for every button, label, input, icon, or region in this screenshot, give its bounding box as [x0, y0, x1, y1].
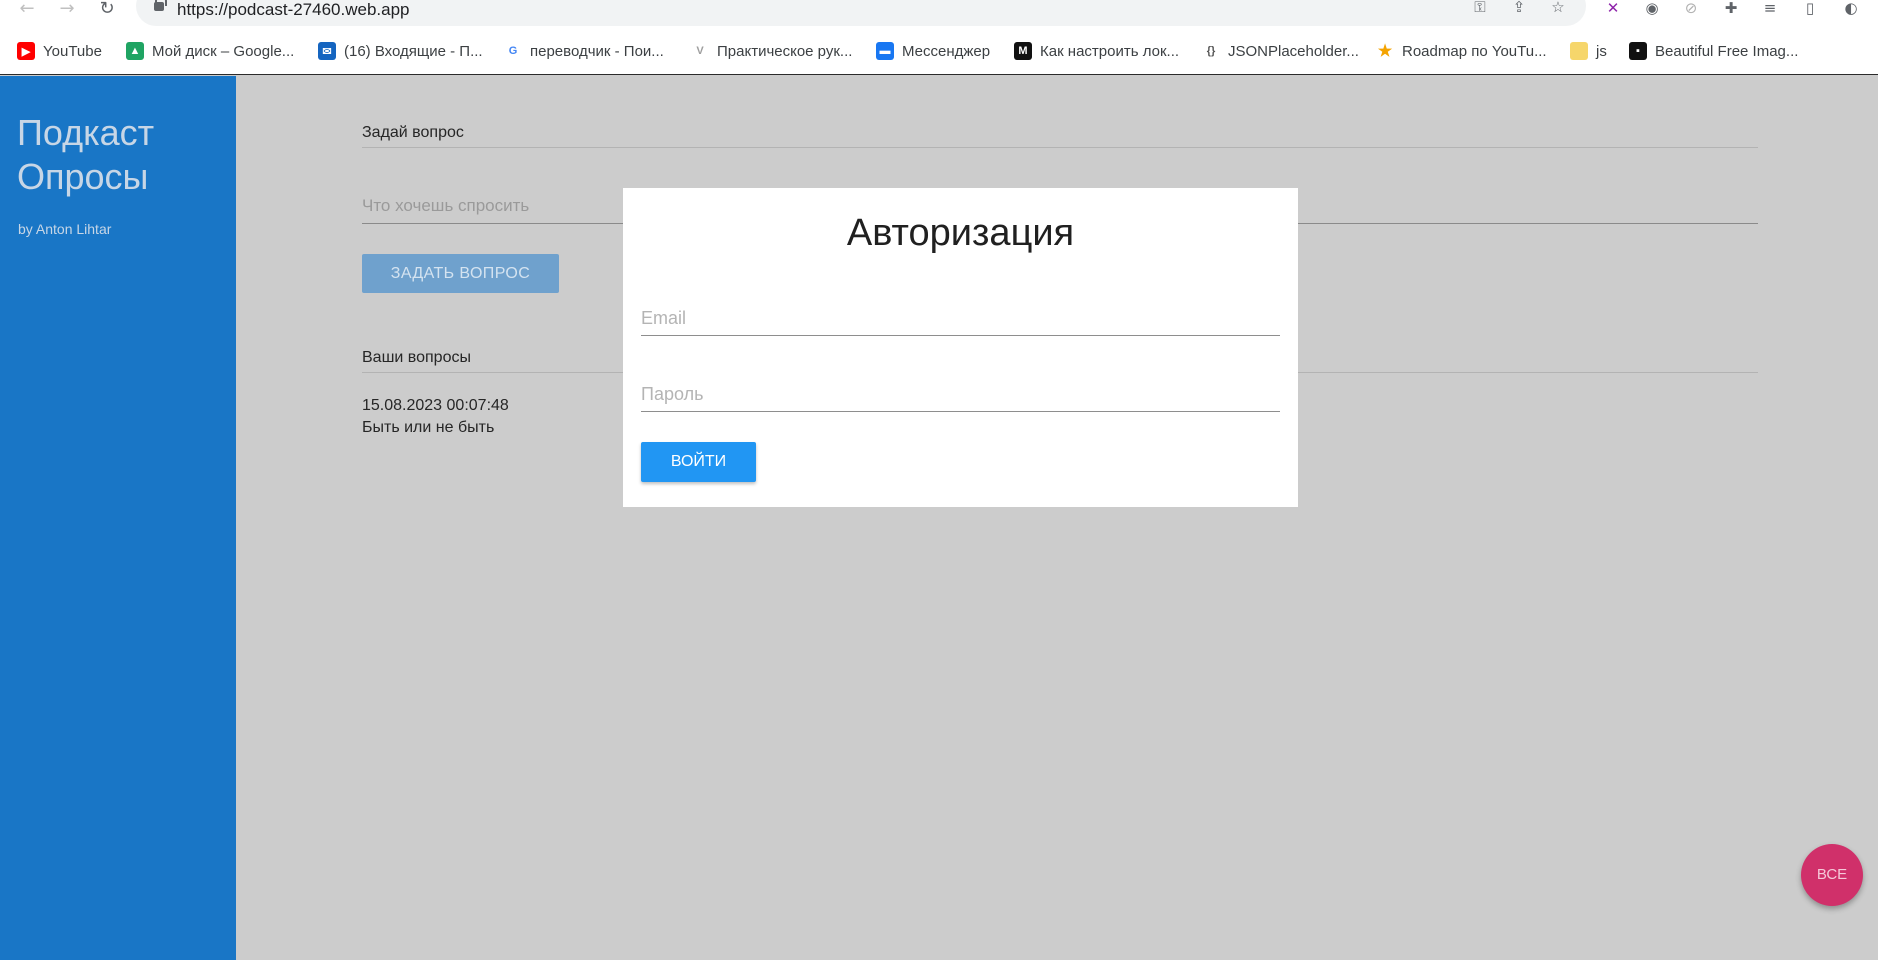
question-placeholder: Что хочешь спросить: [362, 196, 530, 215]
bookmark-inbox[interactable]: ✉ (16) Входящие - П...: [318, 38, 483, 64]
bookmark-star-icon[interactable]: ☆: [1547, 0, 1569, 17]
reading-list-icon[interactable]: ≡: [1759, 0, 1781, 20]
app-title: Подкаст Опросы: [17, 112, 155, 197]
m-icon: M: [1014, 42, 1032, 60]
bookmark-label: (16) Входящие - П...: [344, 42, 483, 60]
profile-avatar-icon[interactable]: ◐: [1840, 0, 1862, 20]
bookmark-label: Как настроить лок...: [1040, 42, 1180, 60]
email-field[interactable]: Email: [641, 296, 1280, 336]
extension-circle-icon[interactable]: ◉: [1641, 0, 1663, 20]
sidebar: Подкаст Опросы by Anton Lihtar: [0, 76, 236, 960]
bookmark-practical-guide[interactable]: V Практическое рук...: [691, 38, 852, 64]
bookmark-google-drive[interactable]: ▲ Мой диск – Google...: [126, 38, 294, 64]
browser-chrome: ← → ↻ https://podcast-27460.web.app ⚿ ⇪ …: [0, 0, 1878, 75]
bookmark-label: js: [1596, 42, 1607, 60]
question-text: Быть или не быть: [362, 419, 495, 436]
auth-modal: Авторизация Email Пароль ВОЙТИ: [623, 188, 1298, 507]
ask-question-button[interactable]: ЗАДАТЬ ВОПРОС: [362, 254, 559, 293]
forward-arrow-icon[interactable]: →: [54, 0, 80, 20]
bookmark-label: переводчик - Пои...: [530, 42, 664, 60]
bookmark-how-to-setup[interactable]: M Как настроить лок...: [1014, 38, 1179, 64]
all-questions-fab[interactable]: ВСЕ: [1801, 844, 1863, 906]
extensions-puzzle-icon[interactable]: ✚: [1720, 0, 1742, 20]
bookmark-youtube[interactable]: ▶ YouTube: [17, 38, 102, 64]
folder-icon: [1570, 42, 1588, 60]
bookmark-translator[interactable]: G переводчик - Пои...: [504, 38, 664, 64]
google-drive-icon: ▲: [126, 42, 144, 60]
bookmarks-bar: ▶ YouTube ▲ Мой диск – Google... ✉ (16) …: [0, 38, 1878, 66]
youtube-icon: ▶: [17, 42, 35, 60]
unsplash-icon: ▪: [1629, 42, 1647, 60]
divider: [362, 147, 1758, 148]
bookmark-jsonplaceholder[interactable]: {} JSONPlaceholder...: [1202, 38, 1359, 64]
bookmark-label: Мой диск – Google...: [152, 42, 295, 60]
bookmark-folder-js[interactable]: js: [1570, 38, 1607, 64]
question-date: 15.08.2023 00:07:48: [362, 397, 509, 414]
extension-compass-icon[interactable]: ⊘: [1680, 0, 1702, 20]
messenger-icon: ▬: [876, 42, 894, 60]
bookmark-label: Roadmap по YouTu...: [1402, 42, 1547, 60]
ask-question-label: Задай вопрос: [362, 124, 464, 141]
extension-x-icon[interactable]: ✕: [1602, 0, 1624, 20]
bookmark-messenger[interactable]: ▬ Мессенджер: [876, 38, 990, 64]
lock-icon: [154, 0, 167, 11]
reload-icon[interactable]: ↻: [94, 0, 120, 20]
address-bar[interactable]: https://podcast-27460.web.app ⚿ ⇪ ☆: [136, 0, 1586, 26]
url-text[interactable]: https://podcast-27460.web.app: [177, 0, 410, 20]
bookmark-label: JSONPlaceholder...: [1228, 42, 1359, 60]
json-icon: {}: [1202, 42, 1220, 60]
bookmark-label: YouTube: [43, 42, 102, 60]
mail-icon: ✉: [318, 42, 336, 60]
share-icon[interactable]: ⇪: [1508, 0, 1530, 17]
doc-icon: V: [691, 42, 709, 60]
google-icon: G: [504, 42, 522, 60]
bookmark-label: Практическое рук...: [717, 42, 853, 60]
star-icon: ★: [1376, 42, 1394, 60]
your-questions-label: Ваши вопросы: [362, 349, 471, 366]
password-placeholder: Пароль: [641, 384, 704, 404]
bookmark-label: Beautiful Free Imag...: [1655, 42, 1799, 60]
back-arrow-icon[interactable]: ←: [14, 0, 40, 20]
password-field[interactable]: Пароль: [641, 372, 1280, 412]
side-panel-icon[interactable]: ▯: [1799, 0, 1821, 20]
email-placeholder: Email: [641, 308, 687, 328]
browser-toolbar: ← → ↻ https://podcast-27460.web.app ⚿ ⇪ …: [0, 0, 1878, 26]
key-icon[interactable]: ⚿: [1469, 0, 1491, 17]
bookmark-roadmap[interactable]: ★ Roadmap по YouTu...: [1376, 38, 1547, 64]
author-credit: by Anton Lihtar: [18, 221, 112, 237]
modal-title: Авторизация: [846, 212, 1075, 254]
login-button[interactable]: ВОЙТИ: [641, 442, 756, 482]
bookmark-label: Мессенджер: [902, 42, 991, 60]
bookmark-free-images[interactable]: ▪ Beautiful Free Imag...: [1629, 38, 1798, 64]
